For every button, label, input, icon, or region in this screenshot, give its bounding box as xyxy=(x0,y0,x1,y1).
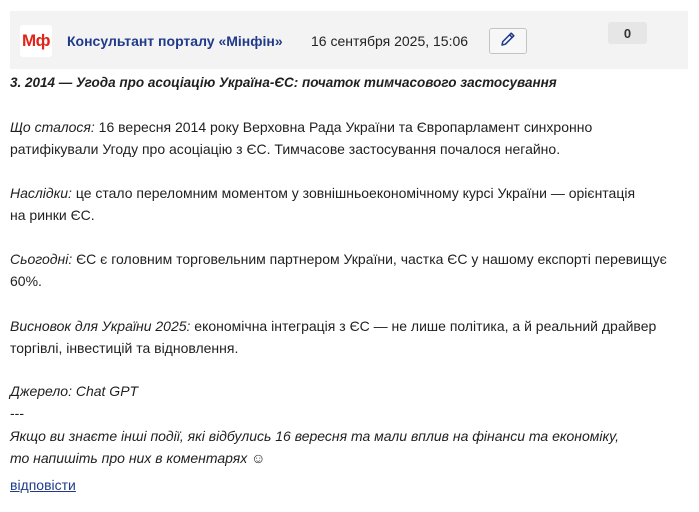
what-happened-label: Що сталося: xyxy=(10,119,95,135)
paragraph-what-happened: Що сталося: 16 вересня 2014 року Верховн… xyxy=(10,116,690,160)
today-text-2: 60%. xyxy=(10,273,42,289)
reply-link[interactable]: відповісти xyxy=(10,474,76,496)
today-label: Сьогодні: xyxy=(10,251,73,267)
paragraph-conclusion: Висновок для України 2025: економічна ін… xyxy=(10,315,690,359)
rating-counter: 0 xyxy=(608,22,647,44)
author-name[interactable]: Консультант порталу «Мінфін» xyxy=(67,33,283,49)
comment-header: Мф Консультант порталу «Мінфін» 16 сентя… xyxy=(10,11,688,69)
paragraph-today: Сьогодні: ЄС є головним торговельним пар… xyxy=(10,248,690,292)
minfin-logo: Мф xyxy=(20,25,52,57)
today-text-1: ЄС є головним торговельним партнером Укр… xyxy=(72,251,667,267)
comment-title: 3. 2014 — Угода про асоціацію Україна-ЄС… xyxy=(10,75,557,90)
comment-date: 16 сентября 2025, 15:06 xyxy=(311,33,469,49)
consequences-text-2: на ринки ЄС. xyxy=(10,207,95,223)
consequences-label: Наслідки: xyxy=(10,185,72,201)
source-line: Джерело: Chat GPT xyxy=(10,383,139,399)
call-to-action-line-2: то напишіть про них в коментарях ☺ xyxy=(10,450,266,466)
what-happened-text-2: ратифікували Угоду про асоціацію з ЄС. Т… xyxy=(10,141,561,157)
separator: --- xyxy=(10,405,24,421)
conclusion-text-1: економічна інтеграція з ЄС — не лише пол… xyxy=(190,318,657,334)
paragraph-consequences: Наслідки: це стало переломним моментом у… xyxy=(10,182,690,226)
edit-button[interactable] xyxy=(489,28,527,54)
conclusion-text-2: торгівлі, інвестицій та відновлення. xyxy=(10,340,239,356)
pencil-icon xyxy=(499,30,517,53)
conclusion-label: Висновок для України 2025: xyxy=(10,318,191,334)
what-happened-text-1: 16 вересня 2014 року Верховна Рада Украї… xyxy=(94,119,593,135)
consequences-text-1: це стало переломним моментом у зовнішньо… xyxy=(71,185,636,201)
call-to-action-line-1: Якщо ви знаєте інші події, які відбулись… xyxy=(10,428,620,444)
